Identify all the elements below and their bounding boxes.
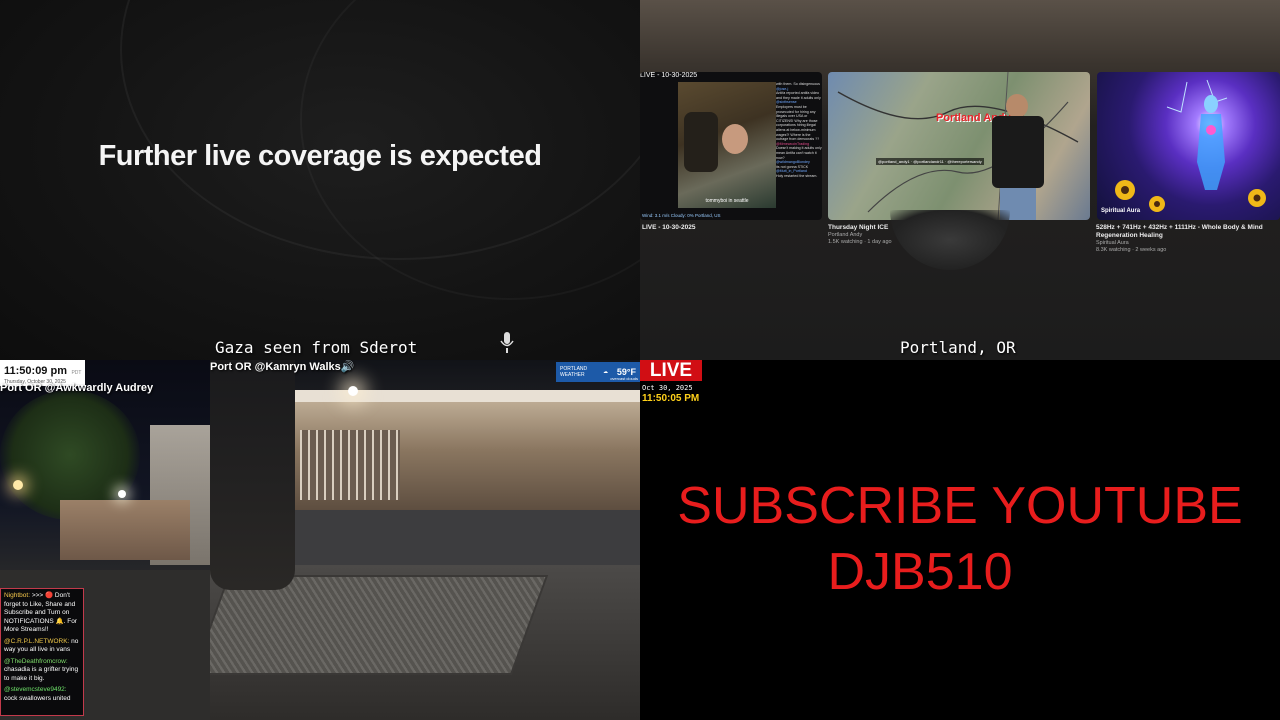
weather-footer: Wind: 3.1 m/s Cloudy: 0% Portland, US (642, 213, 721, 218)
weather-widget: PORTLAND WEATHER ☁ 59°F overcast clouds (556, 362, 640, 382)
chat-line: Employers must be prosecuted for hiring … (776, 104, 820, 142)
person-figure (990, 94, 1046, 220)
webcam-name-tag: tommyboi in seattle (705, 198, 749, 204)
video-title[interactable]: 528Hz + 741Hz + 432Hz + 1111Hz - Whole B… (1096, 224, 1280, 240)
light-glow (348, 386, 358, 396)
chat-line: Doesn't making it adults only mean Antif… (776, 146, 822, 160)
stream-date: Oct 30, 2025 (642, 384, 693, 392)
street-light (118, 490, 126, 498)
chat-message: @stevemcsteve9492: cock swallowers unite… (4, 686, 80, 703)
chat-message: @C.R.P.L.NETWORK: no way you all live in… (4, 638, 80, 655)
overlay-name: Spiritual Aura (1101, 208, 1141, 214)
video-card-live[interactable]: LIVE - 10-30-2025 tommyboi in seattle wi… (640, 72, 822, 220)
microphone-icon (500, 332, 514, 354)
overlay-handles: @portland_andy1 · @portlandandr11 · @the… (876, 158, 984, 165)
feed-portland-browse: LIVE - 10-30-2025 tommyboi in seattle wi… (640, 0, 1280, 360)
stream-awkwardly-audrey[interactable]: 11:50:09 pm PDT Thursday, October 30, 20… (0, 360, 210, 720)
chat-text: chasadia is a grifter trying to make it … (4, 666, 79, 682)
aura-figure (1115, 79, 1266, 212)
chat-line: Antifa reported antifa video and they ma… (776, 91, 821, 100)
video-card-portland-andy[interactable]: Portland Andy @portland_andy1 · @portlan… (828, 72, 1090, 220)
subscribe-message: SUBSCRIBE YOUTUBE (677, 477, 1243, 535)
feed-caption: Gaza seen from Sderot (215, 338, 418, 357)
building (60, 500, 190, 560)
timezone: PDT (71, 370, 82, 376)
person-leg (210, 360, 295, 590)
chat-text: cock swallowers united (4, 694, 71, 702)
person-arm (684, 112, 718, 172)
stream-title: Port OR @Awkwardly Audrey (0, 382, 154, 394)
webcam-video: tommyboi in seattle (678, 82, 776, 208)
feed-gaza: Further live coverage is expected Gaza s… (0, 0, 640, 360)
person-face (722, 124, 748, 154)
chat-user: @stevemcsteve9492: (4, 686, 67, 693)
building-gate (300, 430, 400, 500)
stream-time: 11:50:05 PM (642, 393, 700, 404)
stream-title: Port OR @Kamryn Walks🔊 (210, 361, 355, 373)
video-meta: 8.3K watching · 2 weeks ago (1096, 247, 1167, 253)
live-badge: LIVE (640, 360, 702, 381)
feed-portland-streams: 11:50:09 pm PDT Thursday, October 30, 20… (0, 360, 640, 720)
stream-time: 11:50:09 pm (4, 365, 67, 377)
chat-message: @TheDeathfromcrow: chasadia is a grifter… (4, 658, 80, 684)
utility-cover (210, 575, 549, 675)
video-meta: 1.5K watching · 1 day ago (828, 239, 892, 245)
video-title[interactable]: Thursday Night ICE (828, 224, 928, 232)
card-overlay-title: LIVE - 10-30-2025 (640, 72, 698, 79)
channel-name: DJB510 (827, 543, 1013, 601)
chat-user: @C.R.P.L.NETWORK: (4, 637, 70, 645)
cloud-icon: ☁ (602, 369, 608, 375)
chat-message: Nightbot: >>> 🔴 Don't forget to Like, Sh… (4, 592, 80, 635)
coverage-message: Further live coverage is expected (98, 140, 542, 172)
feed-subscribe-djb510: LIVE Oct 30, 2025 11:50:05 PM SUBSCRIBE … (640, 360, 1280, 720)
channel-name[interactable]: Portland Andy (828, 232, 862, 239)
chat-overlay: Nightbot: >>> 🔴 Don't forget to Like, Sh… (0, 588, 84, 716)
building-roof (290, 390, 640, 402)
chat-column: with them. So disingenuous @jose-j Antif… (776, 82, 822, 208)
street-light (13, 480, 23, 490)
weather-condition: overcast clouds (610, 376, 638, 381)
thumbnail-shadow (890, 210, 1010, 270)
chat-line: with them. So disingenuous (776, 82, 820, 86)
chat-line: Holy restarted the stream. (776, 173, 818, 178)
chat-user: Nightbot: (4, 592, 31, 599)
chat-user: @TheDeathfromcrow: (4, 657, 68, 665)
feed-caption: Portland, OR (900, 338, 1016, 357)
stream-kamryn-walks[interactable]: Port OR @Kamryn Walks🔊 PORTLAND WEATHER … (210, 360, 640, 720)
map-lines (837, 72, 1079, 220)
video-card-spiritual-aura[interactable]: Spiritual Aura (1097, 72, 1280, 220)
weather-brand: PORTLAND WEATHER (560, 366, 588, 378)
video-title[interactable]: LIVE - 10-30-2025 (642, 224, 820, 232)
channel-name[interactable]: Spiritual Aura (1096, 240, 1129, 247)
